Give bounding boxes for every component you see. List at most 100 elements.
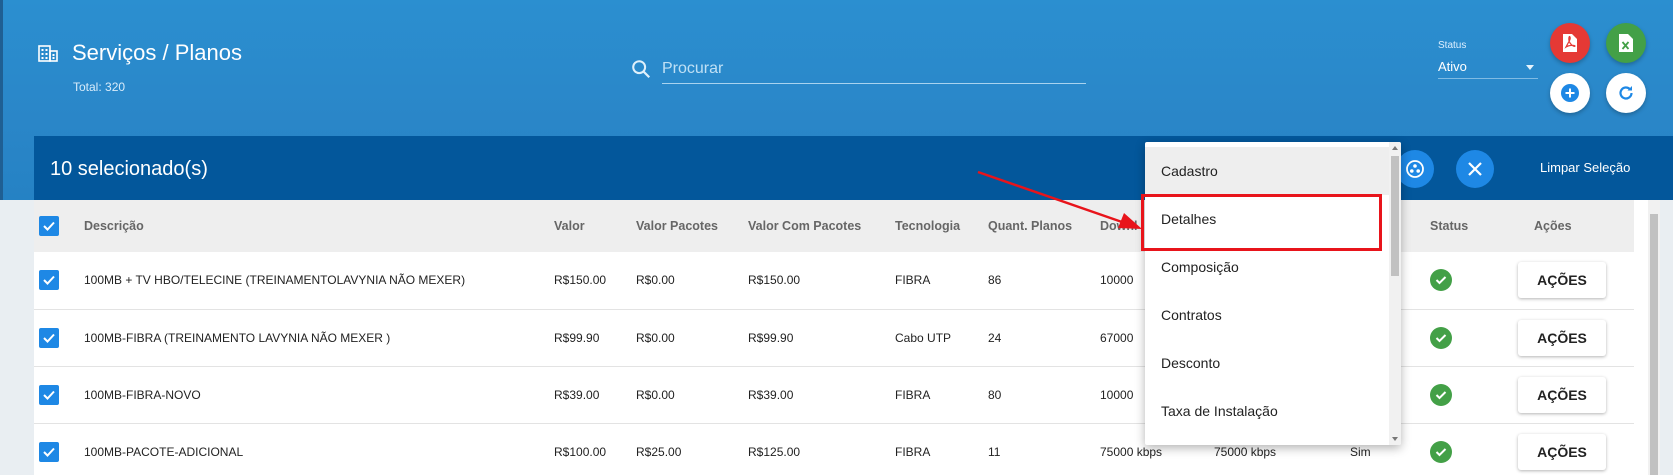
excel-icon xyxy=(1619,34,1633,52)
status-value: Ativo xyxy=(1438,59,1467,74)
scroll-down-icon[interactable] xyxy=(1392,437,1398,441)
cell-status xyxy=(1424,252,1512,309)
row-select-cell xyxy=(34,309,78,366)
status-filter[interactable]: Status Ativo xyxy=(1438,40,1538,79)
plus-icon xyxy=(1561,84,1579,102)
cell-status xyxy=(1424,366,1512,423)
acoes-button[interactable]: AÇÕES xyxy=(1518,376,1606,413)
row-select-cell xyxy=(34,366,78,423)
active-status-icon xyxy=(1430,269,1452,292)
col-valor-com-pacotes[interactable]: Valor Com Pacotes xyxy=(742,200,889,252)
add-button[interactable] xyxy=(1550,73,1590,113)
cell-tecnologia: FIBRA xyxy=(895,444,931,459)
cell-descricao: 100MB + TV HBO/TELECINE (TREINAMENTOLAVY… xyxy=(84,273,466,288)
group-icon xyxy=(1406,160,1424,178)
search-box xyxy=(630,50,1086,88)
cell-valor: R$150.00 xyxy=(554,273,607,288)
annotation-highlight-box xyxy=(1141,194,1382,251)
scroll-up-icon[interactable] xyxy=(1392,146,1398,150)
menu-scrollbar[interactable] xyxy=(1389,142,1401,445)
total-count: Total: 320 xyxy=(73,80,126,94)
col-valor[interactable]: Valor xyxy=(548,200,630,252)
check-icon xyxy=(43,333,55,343)
check-icon xyxy=(43,276,55,286)
row-actions-menu: Cadastro Detalhes Composição Contratos D… xyxy=(1145,142,1401,445)
col-tecnologia[interactable]: Tecnologia xyxy=(889,200,982,252)
col-acoes: Ações xyxy=(1534,219,1572,233)
cell-acoes: AÇÕES xyxy=(1512,423,1634,475)
cell-acoes: AÇÕES xyxy=(1512,366,1634,423)
refresh-button[interactable] xyxy=(1606,73,1646,113)
select-all-cell xyxy=(34,200,78,252)
cell-acoes: AÇÕES xyxy=(1512,252,1634,309)
select-all-checkbox[interactable] xyxy=(39,216,59,236)
col-quant-planos[interactable]: Quant. Planos xyxy=(982,200,1094,252)
refresh-icon xyxy=(1619,86,1633,100)
status-select[interactable]: Ativo xyxy=(1438,57,1538,79)
search-input[interactable] xyxy=(662,54,1086,84)
active-status-icon xyxy=(1430,440,1452,463)
export-pdf-button[interactable] xyxy=(1550,23,1590,63)
cell-acoes: AÇÕES xyxy=(1512,309,1634,366)
col-valor-pacotes[interactable]: Valor Pacotes xyxy=(630,200,742,252)
row-checkbox[interactable] xyxy=(39,441,59,462)
cell-valor-pacotes: R$0.00 xyxy=(636,273,675,288)
cell-descricao: 100MB-FIBRA-NOVO xyxy=(84,387,201,402)
row-select-cell xyxy=(34,252,78,309)
active-status-icon xyxy=(1430,326,1452,349)
row-checkbox[interactable] xyxy=(39,270,59,291)
menu-item-taxa-instalacao[interactable]: Taxa de Instalação xyxy=(1145,387,1389,435)
menu-item-desconto[interactable]: Desconto xyxy=(1145,339,1389,387)
row-checkbox[interactable] xyxy=(39,327,59,348)
clear-selection-link[interactable]: Limpar Seleção xyxy=(1540,160,1630,175)
table-scrollbar[interactable] xyxy=(1648,200,1660,475)
close-icon xyxy=(1468,162,1482,176)
active-status-icon xyxy=(1430,383,1452,406)
acoes-button[interactable]: AÇÕES xyxy=(1518,433,1606,470)
menu-scrollbar-thumb[interactable] xyxy=(1391,156,1399,276)
cell-valor: R$99.90 xyxy=(554,330,600,345)
cell-quant-planos: 86 xyxy=(988,273,1002,288)
acoes-button[interactable]: AÇÕES xyxy=(1518,262,1606,299)
check-icon xyxy=(43,390,55,400)
search-icon[interactable] xyxy=(630,58,652,80)
cell-valor-pacotes: R$0.00 xyxy=(636,387,675,402)
building-icon xyxy=(38,45,58,62)
cell-quant-planos: 80 xyxy=(988,387,1002,402)
cell-tecnologia: Cabo UTP xyxy=(895,330,952,345)
row-select-cell xyxy=(34,423,78,475)
table-scrollbar-thumb[interactable] xyxy=(1650,214,1658,475)
cell-valor: R$100.00 xyxy=(554,444,607,459)
cell-valor-com-pacotes: R$150.00 xyxy=(748,273,801,288)
export-excel-button[interactable] xyxy=(1606,23,1646,63)
cell-valor: R$39.00 xyxy=(554,387,600,402)
cell-tecnologia: FIBRA xyxy=(895,273,931,288)
col-descricao[interactable]: Descrição xyxy=(78,200,548,252)
cell-tecnologia: FIBRA xyxy=(895,387,931,402)
cell-quant-planos: 24 xyxy=(988,330,1002,345)
group-button[interactable] xyxy=(1396,150,1434,188)
cell-valor-com-pacotes: R$125.00 xyxy=(748,444,801,459)
check-icon xyxy=(1435,333,1447,342)
cell-valor-pacotes: R$25.00 xyxy=(636,444,682,459)
page-title: Serviços / Planos xyxy=(72,40,242,65)
menu-item-cadastro[interactable]: Cadastro xyxy=(1145,147,1389,195)
cell-descricao: 100MB-FIBRA (TREINAMENTO LAVYNIA NÃO MEX… xyxy=(84,330,391,345)
cell-valor-pacotes: R$0.00 xyxy=(636,330,675,345)
check-icon xyxy=(1435,390,1447,399)
selection-count: 10 selecionado(s) xyxy=(50,158,208,180)
cell-descricao: 100MB-PACOTE-ADICIONAL xyxy=(84,444,244,459)
clear-selection-button[interactable] xyxy=(1456,150,1494,188)
check-icon xyxy=(43,221,55,231)
acoes-button[interactable]: AÇÕES xyxy=(1518,319,1606,356)
col-status[interactable]: Status xyxy=(1424,200,1512,252)
row-checkbox[interactable] xyxy=(39,384,59,405)
check-icon xyxy=(43,447,55,457)
chevron-down-icon xyxy=(1526,65,1534,70)
cell-valor-com-pacotes: R$99.90 xyxy=(748,330,794,345)
plans-table: Descrição Valor Valor Pacotes Valor Com … xyxy=(34,200,1660,475)
cell-status xyxy=(1424,423,1512,475)
cell-valor-com-pacotes: R$39.00 xyxy=(748,387,794,402)
pdf-icon xyxy=(1563,34,1577,52)
menu-item-contratos[interactable]: Contratos xyxy=(1145,291,1389,339)
